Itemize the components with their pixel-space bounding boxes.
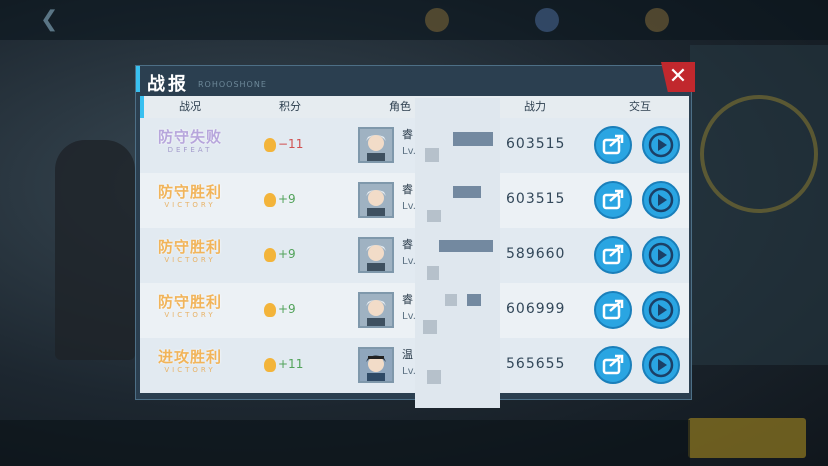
power-value: 603515 bbox=[506, 136, 566, 152]
player-level: Lv. bbox=[402, 366, 416, 377]
power-value: 606999 bbox=[506, 301, 566, 317]
player-level: Lv. bbox=[402, 311, 416, 322]
share-button[interactable] bbox=[594, 291, 632, 329]
score-value: +9 bbox=[278, 302, 296, 316]
player-name: 睿 bbox=[402, 238, 413, 251]
score-cell: +9 bbox=[264, 192, 296, 207]
avatar[interactable] bbox=[358, 292, 394, 328]
result-badge: 防守胜利 VICTORY bbox=[140, 236, 240, 264]
player-name: 睿 bbox=[402, 293, 413, 306]
background-character bbox=[55, 140, 135, 360]
result-en-label: VICTORY bbox=[164, 201, 216, 209]
score-value: −11 bbox=[278, 137, 304, 151]
power-value: 589660 bbox=[506, 246, 566, 262]
result-en-label: VICTORY bbox=[164, 366, 216, 374]
share-icon bbox=[602, 134, 624, 155]
share-button[interactable] bbox=[594, 346, 632, 384]
replay-button[interactable] bbox=[642, 126, 680, 164]
power-value: 565655 bbox=[506, 356, 566, 372]
score-cell: +11 bbox=[264, 357, 303, 372]
medal-icon bbox=[264, 357, 276, 372]
medal-icon bbox=[264, 302, 276, 317]
mosaic-block bbox=[427, 266, 439, 280]
mosaic-block bbox=[439, 240, 493, 252]
player-level: Lv. bbox=[402, 256, 416, 267]
result-badge: 防守失败 DEFEAT bbox=[140, 126, 240, 154]
score-cell: +9 bbox=[264, 247, 296, 262]
dialog-title: 战报 bbox=[147, 74, 189, 95]
medal-icon bbox=[264, 247, 276, 262]
background-bottom-bar bbox=[0, 420, 690, 466]
close-button[interactable]: ✕ bbox=[661, 62, 695, 92]
player-name: 睿 bbox=[402, 183, 413, 196]
avatar[interactable] bbox=[358, 237, 394, 273]
medal-icon bbox=[264, 192, 276, 207]
background-top-bar bbox=[0, 0, 828, 40]
header-interact: 交互 bbox=[629, 100, 651, 113]
replay-button[interactable] bbox=[642, 291, 680, 329]
background-emblem bbox=[700, 95, 818, 213]
share-icon bbox=[602, 299, 624, 320]
avatar[interactable] bbox=[358, 127, 394, 163]
result-label: 进攻胜利 bbox=[157, 348, 222, 366]
result-en-label: VICTORY bbox=[164, 311, 216, 319]
result-en-label: VICTORY bbox=[164, 256, 216, 264]
result-label: 防守胜利 bbox=[157, 183, 222, 201]
replay-button[interactable] bbox=[642, 236, 680, 274]
share-button[interactable] bbox=[594, 181, 632, 219]
score-value: +9 bbox=[278, 247, 296, 261]
score-value: +9 bbox=[278, 192, 296, 206]
play-icon bbox=[648, 132, 674, 158]
score-value: +11 bbox=[278, 357, 304, 371]
battle-report-dialog: 战报 ROHOOSHONE ✕ 战况 积分 角色 战力 交互 防守失败 DEFE… bbox=[135, 62, 695, 400]
mosaic-block bbox=[423, 320, 437, 334]
header-score: 积分 bbox=[279, 100, 301, 113]
result-badge: 防守胜利 VICTORY bbox=[140, 291, 240, 319]
currency-icon bbox=[645, 8, 669, 32]
back-arrow-icon: ❮ bbox=[40, 7, 59, 32]
mosaic-block bbox=[425, 148, 439, 162]
play-icon bbox=[648, 242, 674, 268]
privacy-mosaic bbox=[415, 98, 500, 408]
medal-icon bbox=[264, 137, 276, 152]
currency-icon bbox=[425, 8, 449, 32]
share-button[interactable] bbox=[594, 126, 632, 164]
mosaic-block bbox=[467, 294, 481, 306]
play-icon bbox=[648, 352, 674, 378]
mosaic-block bbox=[445, 294, 457, 306]
result-badge: 防守胜利 VICTORY bbox=[140, 181, 240, 209]
power-value: 603515 bbox=[506, 191, 566, 207]
replay-button[interactable] bbox=[642, 181, 680, 219]
background-button bbox=[688, 418, 806, 458]
share-icon bbox=[602, 354, 624, 375]
result-en-label: DEFEAT bbox=[167, 146, 213, 154]
share-icon bbox=[602, 244, 624, 265]
avatar[interactable] bbox=[358, 347, 394, 383]
currency-icon bbox=[535, 8, 559, 32]
result-label: 防守胜利 bbox=[157, 238, 222, 256]
score-cell: +9 bbox=[264, 302, 296, 317]
share-button[interactable] bbox=[594, 236, 632, 274]
player-name: 温 bbox=[402, 348, 413, 361]
close-icon: ✕ bbox=[668, 64, 688, 89]
mosaic-block bbox=[427, 370, 441, 384]
mosaic-block bbox=[427, 210, 441, 222]
play-icon bbox=[648, 187, 674, 213]
title-accent bbox=[136, 66, 140, 92]
result-label: 防守失败 bbox=[157, 128, 222, 146]
mosaic-block bbox=[453, 186, 481, 198]
dialog-subtitle: ROHOOSHONE bbox=[198, 80, 267, 89]
header-status: 战况 bbox=[179, 100, 201, 113]
header-power: 战力 bbox=[524, 100, 546, 113]
score-cell: −11 bbox=[264, 137, 303, 152]
avatar[interactable] bbox=[358, 182, 394, 218]
result-label: 防守胜利 bbox=[157, 293, 222, 311]
result-badge: 进攻胜利 VICTORY bbox=[140, 346, 240, 374]
player-name: 睿 bbox=[402, 128, 413, 141]
play-icon bbox=[648, 297, 674, 323]
share-icon bbox=[602, 189, 624, 210]
replay-button[interactable] bbox=[642, 346, 680, 384]
mosaic-block bbox=[453, 132, 493, 146]
